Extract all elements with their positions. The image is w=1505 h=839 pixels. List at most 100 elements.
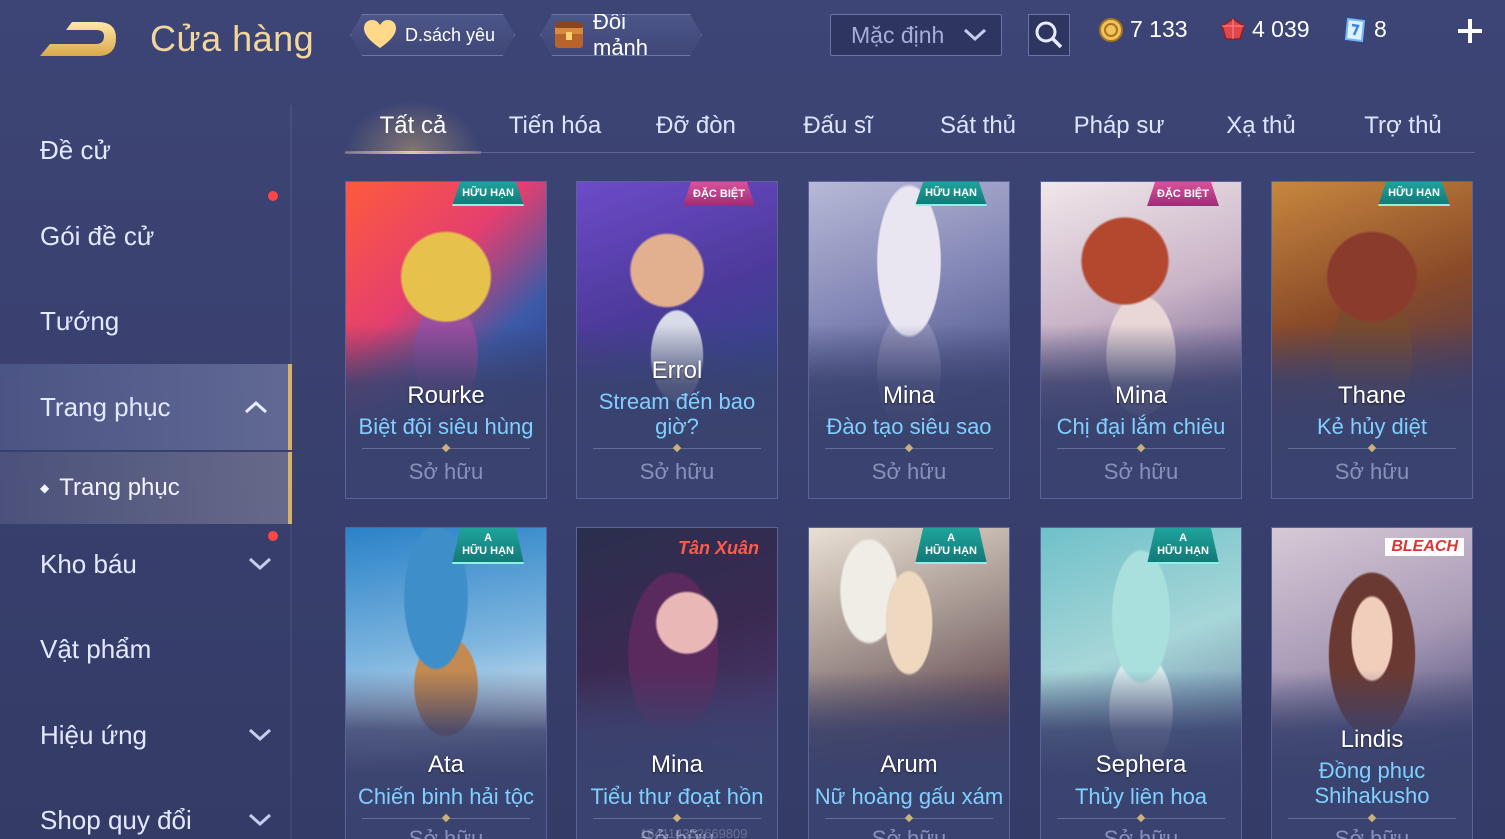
sidebar-subitem-skins[interactable]: ◆ Trang phục — [0, 452, 292, 524]
tab-evolution[interactable]: Tiến hóa — [487, 100, 623, 152]
limited-badge: A HỮU HẠN — [452, 528, 524, 564]
tab-mage[interactable]: Pháp sư — [1051, 100, 1187, 152]
voucher-gem-icon — [1220, 17, 1246, 43]
favorites-button[interactable]: D.sách yêu — [350, 14, 515, 56]
skin-name: Thủy liên hoa — [1074, 784, 1208, 809]
limited-badge: HỮU HẠN — [1378, 182, 1450, 206]
hero-name: Rourke — [407, 382, 485, 409]
search-button[interactable] — [1028, 14, 1070, 56]
sidebar-subitem-label: Trang phục — [59, 474, 180, 501]
sidebar-item-effects[interactable]: Hiệu ứng — [0, 692, 292, 778]
owned-status: Sở hữu — [639, 459, 715, 484]
sidebar-item-label: Kho báu — [40, 548, 137, 579]
hero-name: Mina — [650, 751, 704, 778]
card-divider — [1288, 448, 1456, 449]
sidebar-item-featured-packs[interactable]: Gói đề cử — [0, 191, 292, 279]
limited-badge: HỮU HẠN — [915, 182, 987, 206]
sidebar-item-skins[interactable]: Trang phục — [0, 364, 292, 450]
search-icon — [1035, 21, 1063, 49]
ticket-currency: 8 — [1342, 16, 1387, 43]
treasure-chest-icon — [553, 20, 585, 50]
skin-card[interactable]: ĐẶC BIỆT Mina Chị đại lắm chiêu Sở hữu — [1040, 181, 1242, 499]
owned-status: Sở hữu — [408, 826, 484, 839]
shard-exchange-button[interactable]: Đổi mảnh — [540, 14, 702, 56]
sidebar-item-exchange-shop[interactable]: Shop quy đổi — [0, 777, 292, 839]
sort-dropdown[interactable]: Mặc định — [830, 14, 1002, 56]
sidebar-item-items[interactable]: Vật phẩm — [0, 606, 292, 692]
skin-name: Chiến binh hải tộc — [357, 784, 535, 809]
sidebar-item-heroes[interactable]: Tướng — [0, 278, 292, 364]
sort-value: Mặc định — [851, 21, 945, 48]
back-arrow-icon — [40, 22, 116, 56]
skin-card[interactable]: HỮU HẠN Rourke Biệt đội siêu hùng Sở hữu — [345, 181, 547, 499]
watermark-id: 164114352669809 — [640, 826, 748, 839]
tab-support[interactable]: Trợ thủ — [1335, 100, 1471, 152]
skin-card[interactable]: A HỮU HẠN Arum Nữ hoàng gấu xám Sở hữu — [808, 527, 1010, 839]
sidebar-item-label: Trang phục — [40, 391, 171, 422]
card-divider — [362, 448, 530, 449]
owned-status: Sở hữu — [1334, 459, 1410, 484]
skin-card[interactable]: Tân Xuân Mina Tiểu thư đoạt hồn Sở hữu — [576, 527, 778, 839]
hero-name: Sephera — [1095, 751, 1187, 778]
voucher-amount: 4 039 — [1252, 16, 1310, 42]
hero-name: Mina — [1114, 382, 1168, 409]
skin-name: Stream đến bao giờ? — [598, 389, 756, 439]
special-badge: ĐẶC BIỆT — [683, 182, 755, 206]
top-bar: Cửa hàng D.sách yêu Đổi mảnh Mặc định 7 … — [0, 0, 1505, 82]
back-button[interactable] — [36, 16, 122, 64]
skin-name: Nữ hoàng gấu xám — [814, 784, 1004, 809]
skin-card[interactable]: HỮU HẠN Thane Kẻ hủy diệt Sở hữu — [1271, 181, 1473, 499]
skin-name: Biệt đội siêu hùng — [358, 414, 534, 439]
sidebar-item-label: Đề cử — [40, 134, 111, 165]
skin-card[interactable]: A HỮU HẠN Sephera Thủy liên hoa Sở hữu — [1040, 527, 1242, 839]
card-divider — [593, 448, 761, 449]
sidebar-item-label: Tướng — [40, 305, 120, 336]
hero-name: Lindis — [1340, 726, 1404, 753]
owned-status: Sở hữu — [871, 459, 947, 484]
card-divider — [593, 818, 761, 819]
bleach-collab-badge: BLEACH — [1385, 538, 1464, 556]
category-sidebar: Đề cử Gói đề cử Tướng Trang phục ◆ Trang… — [0, 105, 292, 839]
skin-card[interactable]: BLEACH Lindis Đồng phục Shihakusho Sở hữ… — [1271, 527, 1473, 839]
skin-name: Tiểu thư đoạt hồn — [590, 784, 764, 809]
chevron-down-icon — [248, 813, 272, 827]
shop-screen: Cửa hàng D.sách yêu Đổi mảnh Mặc định 7 … — [0, 0, 1505, 839]
sidebar-item-label: Gói đề cử — [40, 220, 155, 251]
limited-badge: A HỮU HẠN — [1147, 528, 1219, 564]
tab-fighter[interactable]: Đấu sĩ — [769, 100, 907, 152]
gold-currency: 7 133 — [1098, 16, 1188, 43]
sidebar-item-featured[interactable]: Đề cử — [0, 107, 292, 193]
add-currency-button[interactable] — [1455, 16, 1485, 46]
skin-name: Đào tạo siêu sao — [826, 414, 992, 439]
gold-amount: 7 133 — [1130, 16, 1188, 42]
card-divider — [1057, 448, 1225, 449]
special-badge: ĐẶC BIỆT — [1147, 182, 1219, 206]
skin-card[interactable]: A HỮU HẠN Ata Chiến binh hải tộc Sở hữu — [345, 527, 547, 839]
chevron-down-icon — [963, 28, 987, 42]
tab-assassin[interactable]: Sát thủ — [911, 100, 1045, 152]
sidebar-item-treasure[interactable]: Kho báu — [0, 521, 292, 607]
owned-status: Sở hữu — [1334, 826, 1410, 839]
skin-name: Đồng phục Shihakusho — [1314, 758, 1430, 808]
skin-card[interactable]: HỮU HẠN Mina Đào tạo siêu sao Sở hữu — [808, 181, 1010, 499]
tab-marksman[interactable]: Xạ thủ — [1193, 100, 1329, 152]
chevron-up-icon — [244, 400, 268, 414]
owned-status: Sở hữu — [871, 826, 947, 839]
event-badge: Tân Xuân — [677, 538, 759, 558]
gold-coin-icon — [1098, 17, 1124, 43]
ticket-icon — [1342, 17, 1368, 43]
card-divider — [1288, 818, 1456, 819]
owned-status: Sở hữu — [1103, 459, 1179, 484]
tab-tank[interactable]: Đỡ đòn — [629, 100, 763, 152]
owned-status: Sở hữu — [1103, 826, 1179, 839]
plus-icon — [1458, 19, 1482, 43]
voucher-currency: 4 039 — [1220, 16, 1310, 43]
sidebar-item-label: Hiệu ứng — [40, 719, 148, 750]
card-divider — [825, 448, 993, 449]
skin-card[interactable]: ĐẶC BIỆT Errol Stream đến bao giờ? Sở hữ… — [576, 181, 778, 499]
hero-name: Ata — [427, 751, 465, 778]
hero-name: Mina — [882, 382, 936, 409]
tab-all[interactable]: Tất cả — [345, 100, 481, 154]
skin-name: Chị đại lắm chiêu — [1056, 414, 1226, 439]
tabs-underline — [345, 152, 1475, 153]
